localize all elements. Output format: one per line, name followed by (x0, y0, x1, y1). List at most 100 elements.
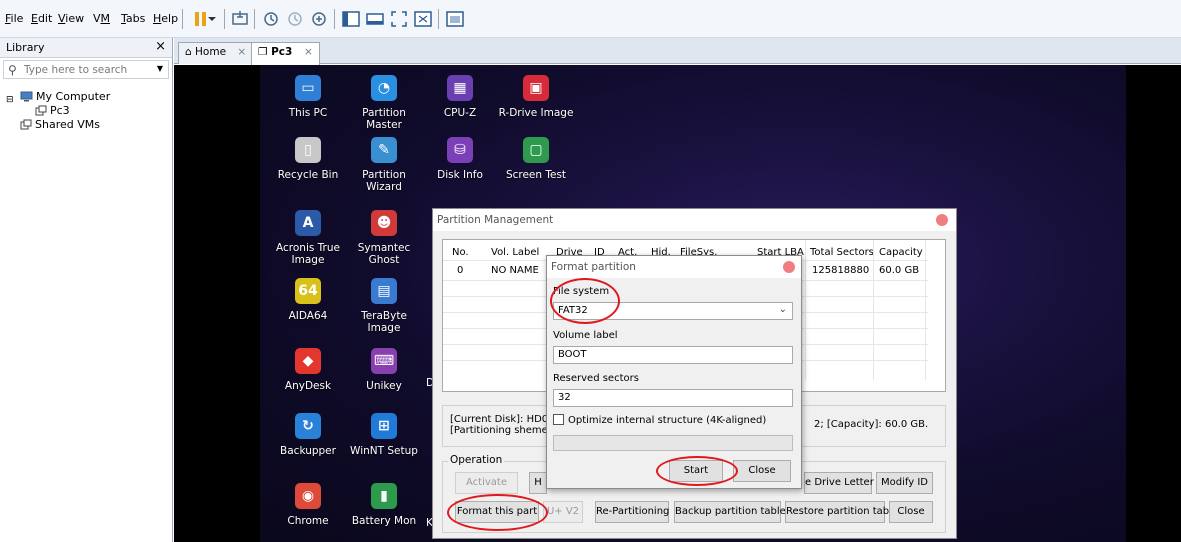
library-panel: Library × ⚲ Type here to search ▼ ⊟ My C… (0, 38, 173, 542)
menu-file[interactable]: File (5, 12, 23, 25)
desktop-icon-label: AIDA64 (288, 310, 328, 322)
desktop-icon[interactable]: ◉ Chrome (270, 483, 346, 527)
menu-view[interactable]: View (58, 12, 84, 25)
app-icon: A (295, 210, 321, 236)
view-console-icon[interactable] (444, 8, 466, 30)
close-icon[interactable] (783, 261, 795, 273)
restore-partition-table-button[interactable]: Restore partition table (785, 501, 898, 523)
desktop-icon[interactable]: ▦ CPU-Z (422, 75, 498, 119)
desktop-icon[interactable]: ⊞ WinNT Setup (346, 413, 422, 457)
desktop-icon[interactable]: ✎ Partition Wizard (346, 137, 422, 193)
repartitioning-button[interactable]: Re-Partitioning (595, 501, 669, 523)
pause-dropdown-chevron-icon[interactable] (206, 8, 218, 30)
desktop-icon[interactable]: ↻ Backupper (270, 413, 346, 457)
desktop-icon-label: This PC (288, 107, 328, 119)
partitioning-scheme-text: [Partitioning sheme]: (450, 425, 556, 436)
library-search-input[interactable]: ⚲ Type here to search ▼ (3, 60, 169, 79)
window-titlebar[interactable]: Partition Management (433, 209, 956, 231)
backup-partition-table-button[interactable]: Backup partition table (674, 501, 786, 523)
close-button[interactable]: Close (889, 501, 933, 523)
menu-tabs[interactable]: Tabs (121, 12, 145, 25)
app-icon: ▣ (523, 75, 549, 101)
app-icon: 64 (295, 278, 321, 304)
desktop-icon[interactable]: ⛁ Disk Info (422, 137, 498, 181)
checkbox-box[interactable] (553, 414, 564, 425)
optimize-checkbox[interactable]: Optimize internal structure (4K-aligned) (553, 414, 766, 426)
menu-help[interactable]: Help (153, 12, 178, 25)
modify-id-button[interactable]: Modify ID (876, 472, 933, 494)
revert-snapshot-icon[interactable] (284, 8, 306, 30)
app-icon: ▯ (295, 137, 321, 163)
desktop-icon-label: Battery Mon (351, 515, 417, 527)
view-fullscreen-icon[interactable] (388, 8, 410, 30)
snapshot-manager-icon[interactable] (308, 8, 330, 30)
chevron-down-icon[interactable]: ▼ (157, 64, 163, 73)
column-header[interactable]: Vol. Label (491, 247, 539, 258)
column-header[interactable]: No. (452, 247, 469, 258)
app-icon: ◉ (295, 483, 321, 509)
home-icon: ⌂ (185, 46, 192, 58)
column-header[interactable]: Total Sectors (810, 247, 874, 258)
toolbar-separator (254, 9, 255, 29)
view-compact-icon[interactable] (364, 8, 386, 30)
desktop-icon[interactable]: ⌨ Unikey (346, 348, 422, 392)
view-unity-icon[interactable] (412, 8, 434, 30)
desktop-icon-label: TeraByte Image (361, 310, 407, 334)
close-icon[interactable]: × (304, 46, 313, 58)
close-icon[interactable]: × (237, 46, 246, 58)
desktop-icon[interactable]: ▣ R-Drive Image (498, 75, 574, 119)
volume-label-input[interactable]: BOOT (553, 346, 793, 364)
uefi-v2-button[interactable]: U+ V2 (543, 501, 583, 523)
close-icon[interactable] (936, 214, 948, 226)
app-icon: ▢ (523, 137, 549, 163)
tab-home[interactable]: ⌂ Home × (178, 42, 254, 64)
reserved-sectors-label: Reserved sectors (553, 373, 639, 384)
column-header[interactable]: Capacity (879, 247, 923, 258)
desktop-icon[interactable]: 64 AIDA64 (270, 278, 346, 322)
hide-button[interactable]: H (529, 472, 547, 494)
desktop-icon[interactable]: ▯ Recycle Bin (270, 137, 346, 181)
menu-bar: File Edit View VM Tabs Help (0, 0, 1181, 38)
app-icon: ✎ (371, 137, 397, 163)
desktop-icon[interactable]: ☻ Symantec Ghost (346, 210, 422, 266)
menu-vm[interactable]: VM (93, 12, 110, 25)
tree-item-shared-vms[interactable]: Shared VMs (20, 118, 100, 133)
close-icon[interactable]: × (155, 39, 166, 54)
tab-bar: ⌂ Home × ❐ Pc3 × (174, 38, 1181, 65)
app-icon: ⌨ (371, 348, 397, 374)
menu-edit[interactable]: Edit (31, 12, 52, 25)
tree-item-my-computer[interactable]: ⊟ My Computer (6, 90, 110, 105)
desktop-icon[interactable]: ▢ Screen Test (498, 137, 574, 181)
close-button[interactable]: Close (733, 460, 791, 482)
collapse-icon[interactable]: ⊟ (6, 95, 14, 105)
view-normal-icon[interactable] (340, 8, 362, 30)
capacity-text: 2; [Capacity]: 60.0 GB. (814, 419, 929, 430)
tab-pc3[interactable]: ❐ Pc3 × (251, 42, 320, 65)
toolbar-separator (438, 9, 439, 29)
desktop-icon-label: Disk Info (437, 169, 483, 181)
desktop-icon[interactable]: ◔ Partition Master (346, 75, 422, 131)
desktop-icon[interactable]: A Acronis True Image (270, 210, 346, 266)
window-title: Partition Management (437, 214, 554, 226)
change-drive-letter-button[interactable]: e Drive Letter (804, 472, 874, 494)
reserved-sectors-input[interactable]: 32 (553, 389, 793, 407)
toolbar-separator (224, 9, 225, 29)
tree-item-pc3[interactable]: Pc3 (35, 104, 70, 119)
dialog-titlebar[interactable]: Format partition (547, 256, 801, 278)
desktop-icon[interactable]: ◆ AnyDesk (270, 348, 346, 392)
send-ctrl-alt-del-icon[interactable] (229, 8, 251, 30)
desktop-icon[interactable]: ▭ This PC (270, 75, 346, 119)
annotation-ring-start (656, 456, 738, 486)
activate-button[interactable]: Activate (455, 472, 518, 494)
vm-icon (35, 105, 47, 119)
app-icon: ▤ (371, 278, 397, 304)
desktop-icon[interactable]: ▮ Battery Mon (346, 483, 422, 527)
divider (925, 240, 926, 380)
desktop-icon-label: Symantec Ghost (357, 242, 411, 266)
annotation-ring-format (447, 494, 548, 531)
desktop-icon-label: Backupper (280, 445, 336, 457)
snapshot-icon[interactable] (260, 8, 282, 30)
volume-label-label: Volume label (553, 330, 618, 341)
desktop-icon[interactable]: ▤ TeraByte Image (346, 278, 422, 334)
app-icon: ☻ (371, 210, 397, 236)
